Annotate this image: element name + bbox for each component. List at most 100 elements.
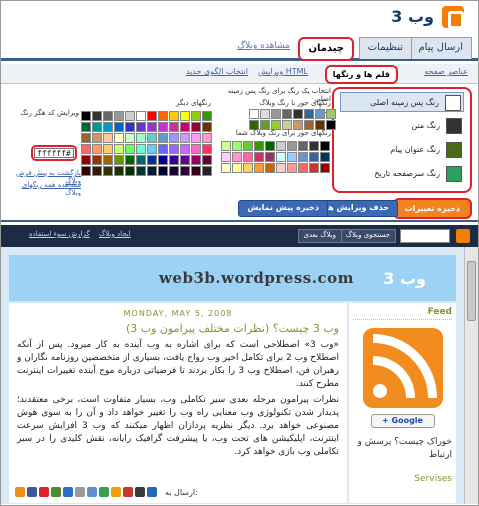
subtab-fonts-colors[interactable]: قلم ها و رنگها <box>324 65 398 84</box>
color-swatch[interactable] <box>180 122 190 132</box>
clear-edits-button[interactable]: حذف ویرایش ها <box>316 200 398 217</box>
color-swatch[interactable] <box>125 144 135 154</box>
color-swatch[interactable] <box>243 141 253 151</box>
color-swatch[interactable] <box>103 155 113 165</box>
color-swatch[interactable] <box>309 141 319 151</box>
share-icon[interactable] <box>75 487 85 497</box>
tab-layout[interactable]: چیدمان <box>298 37 354 61</box>
color-swatch[interactable] <box>180 155 190 165</box>
rss-feed-icon[interactable] <box>362 328 443 408</box>
color-swatch[interactable] <box>202 122 212 132</box>
color-swatch[interactable] <box>293 109 303 119</box>
share-icon[interactable] <box>63 487 73 497</box>
color-swatch[interactable] <box>265 152 275 162</box>
color-swatch[interactable] <box>254 141 264 151</box>
color-swatch[interactable] <box>92 133 102 143</box>
search-blog-button[interactable]: جستجوی وبلاگ <box>339 229 396 243</box>
report-link[interactable]: گزارش سوء استفاده <box>29 230 90 238</box>
color-swatch[interactable] <box>158 166 168 176</box>
color-swatch[interactable] <box>315 109 325 119</box>
color-swatch[interactable] <box>125 122 135 132</box>
scrollbar-thumb[interactable] <box>467 261 476 321</box>
blogger-logo-icon[interactable] <box>456 229 470 243</box>
color-swatch[interactable] <box>320 163 330 173</box>
color-swatch[interactable] <box>103 133 113 143</box>
color-swatch[interactable] <box>221 141 231 151</box>
color-swatch[interactable] <box>298 152 308 162</box>
color-swatch[interactable] <box>158 144 168 154</box>
color-swatch[interactable] <box>136 111 146 121</box>
color-swatch[interactable] <box>169 133 179 143</box>
share-icon[interactable] <box>135 487 145 497</box>
color-swatch[interactable] <box>265 163 275 173</box>
color-swatch[interactable] <box>221 163 231 173</box>
tab-view-blog[interactable]: مشاهده وبلاگ <box>229 37 298 59</box>
color-swatch[interactable] <box>92 111 102 121</box>
subtab-pick-template[interactable]: انتخاب الگوی جدید <box>186 67 248 76</box>
color-swatch[interactable] <box>191 155 201 165</box>
color-swatch[interactable] <box>276 163 286 173</box>
color-swatch[interactable] <box>249 109 259 119</box>
element-item-date-header[interactable]: رنگ سرصفحه تاریخ <box>340 164 464 184</box>
color-swatch[interactable] <box>202 111 212 121</box>
color-swatch[interactable] <box>287 152 297 162</box>
color-swatch[interactable] <box>202 133 212 143</box>
add-to-google-button[interactable]: + Google <box>370 414 435 428</box>
color-swatch[interactable] <box>191 166 201 176</box>
vertical-scrollbar[interactable] <box>464 247 478 504</box>
color-swatch[interactable] <box>282 109 292 119</box>
color-swatch[interactable] <box>265 141 275 151</box>
color-swatch[interactable] <box>114 133 124 143</box>
color-swatch[interactable] <box>169 166 179 176</box>
color-swatch[interactable] <box>191 122 201 132</box>
color-swatch[interactable] <box>136 122 146 132</box>
color-swatch[interactable] <box>304 109 314 119</box>
color-swatch[interactable] <box>125 155 135 165</box>
color-swatch[interactable] <box>147 111 157 121</box>
color-swatch[interactable] <box>125 166 135 176</box>
element-item-post-title[interactable]: رنگ عنوان پیام <box>340 140 464 160</box>
share-icon[interactable] <box>87 487 97 497</box>
subtab-page-elements[interactable]: عناصر صفحه <box>424 67 468 76</box>
color-swatch[interactable] <box>81 166 91 176</box>
save-preview-button[interactable]: ذخیره پیش نمایش <box>238 200 328 217</box>
color-swatch[interactable] <box>136 166 146 176</box>
element-item-bg[interactable]: رنگ پس زمینه اصلی <box>340 92 464 112</box>
color-swatch[interactable] <box>103 144 113 154</box>
color-swatch[interactable] <box>92 166 102 176</box>
color-swatch[interactable] <box>276 141 286 151</box>
color-swatch[interactable] <box>147 133 157 143</box>
color-swatch[interactable] <box>202 155 212 165</box>
color-swatch[interactable] <box>191 133 201 143</box>
subtab-edit-html[interactable]: ویرایش HTML <box>258 67 308 76</box>
color-swatch[interactable] <box>136 133 146 143</box>
color-swatch[interactable] <box>136 155 146 165</box>
color-swatch[interactable] <box>136 144 146 154</box>
color-swatch[interactable] <box>169 122 179 132</box>
color-swatch[interactable] <box>326 109 336 119</box>
color-swatch[interactable] <box>147 144 157 154</box>
color-swatch[interactable] <box>260 109 270 119</box>
post-title[interactable]: وب 3 چیست؟ (نظرات مختلف پیرامون وب 3) <box>17 322 339 335</box>
color-swatch[interactable] <box>298 141 308 151</box>
blogger-logo-icon[interactable] <box>442 6 464 29</box>
view-all-link[interactable]: مشاهده همه رنگهای وبلاگ <box>5 181 81 197</box>
color-swatch[interactable] <box>180 111 190 121</box>
share-icon[interactable] <box>27 487 37 497</box>
navbar-search-input[interactable] <box>400 229 450 243</box>
color-swatch[interactable] <box>158 155 168 165</box>
next-blog-button[interactable]: وبلاگ بعدی <box>297 229 342 243</box>
color-swatch[interactable] <box>103 111 113 121</box>
color-swatch[interactable] <box>81 144 91 154</box>
color-swatch[interactable] <box>114 155 124 165</box>
save-button[interactable]: ذخیره تغییرات <box>392 198 472 219</box>
color-swatch[interactable] <box>114 122 124 132</box>
color-swatch[interactable] <box>158 133 168 143</box>
color-swatch[interactable] <box>180 133 190 143</box>
color-swatch[interactable] <box>169 144 179 154</box>
color-swatch[interactable] <box>309 152 319 162</box>
color-swatch[interactable] <box>81 155 91 165</box>
element-item-text[interactable]: رنگ متن <box>340 116 464 136</box>
color-swatch[interactable] <box>147 155 157 165</box>
share-icon[interactable] <box>111 487 121 497</box>
